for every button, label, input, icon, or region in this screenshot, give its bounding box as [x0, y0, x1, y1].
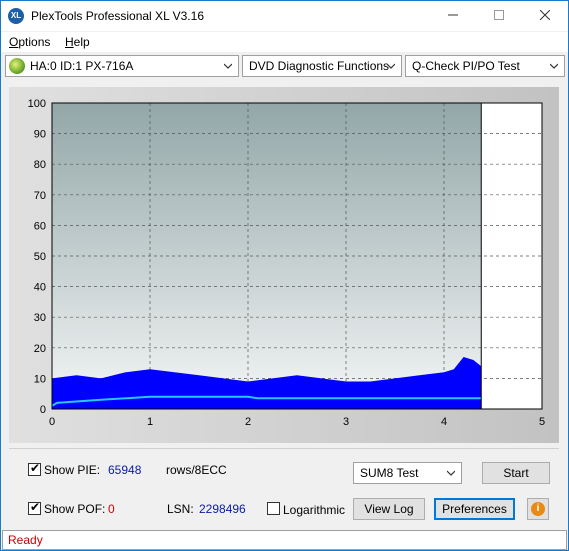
view-log-button[interactable]: View Log: [353, 498, 425, 520]
menu-options-label: ptions: [18, 35, 51, 49]
pie-value: 65948: [108, 463, 142, 477]
panel-divider: [9, 448, 559, 449]
menu-help[interactable]: Help: [65, 35, 90, 49]
x-tick-label: 5: [539, 416, 545, 428]
menu-help-accel: H: [65, 35, 74, 49]
y-tick-label: 50: [34, 251, 46, 263]
title-bar: XL PlexTools Professional XL V3.16: [1, 1, 568, 31]
start-button-label: Start: [503, 466, 529, 480]
view-log-button-label: View Log: [364, 502, 414, 516]
test-mode-select[interactable]: Q-Check PI/PO Test: [405, 55, 565, 77]
app-window: XL PlexTools Professional XL V3.16 Optio…: [0, 0, 569, 551]
menu-bar: Options Help: [1, 32, 568, 52]
preferences-button[interactable]: Preferences: [434, 498, 515, 520]
show-pie-label: Show PIE:: [44, 463, 101, 477]
menu-help-label: elp: [73, 35, 90, 49]
y-tick-label: 30: [34, 312, 46, 324]
menu-options-accel: O: [9, 35, 19, 49]
preferences-button-label: Preferences: [442, 502, 507, 516]
lsn-value: 2298496: [199, 502, 246, 516]
checkmark-icon: ✔: [30, 461, 41, 475]
y-tick-label: 10: [34, 373, 46, 385]
chevron-down-icon: [447, 470, 455, 476]
info-button[interactable]: i: [527, 498, 549, 520]
start-button[interactable]: Start: [482, 462, 550, 484]
chevron-down-icon: [550, 63, 558, 69]
y-tick-label: 70: [34, 190, 46, 202]
sum-test-select[interactable]: SUM8 Test: [353, 462, 462, 484]
checkmark-icon: ✔: [30, 500, 41, 514]
maximize-icon: [494, 10, 504, 20]
info-icon: i: [531, 502, 545, 516]
close-icon: [539, 9, 551, 21]
show-pie-checkbox[interactable]: ✔: [28, 461, 41, 476]
x-tick-label: 4: [441, 416, 447, 428]
y-tick-label: 90: [34, 129, 46, 141]
logarithmic-checkbox[interactable]: [267, 502, 280, 515]
chart-panel: 0 10 20 30 40 50 60 70 80 90 100 0 1 2 3 4 5: [9, 87, 559, 443]
show-pof-checkbox[interactable]: ✔: [28, 500, 41, 515]
sum-test-select-value: SUM8 Test: [360, 466, 419, 480]
drive-icon: [9, 58, 25, 74]
y-tick-label: 40: [34, 282, 46, 294]
test-mode-select-value: Q-Check PI/PO Test: [412, 59, 520, 73]
y-tick-label: 80: [34, 159, 46, 171]
x-tick-label: 2: [245, 416, 251, 428]
x-tick-label: 1: [147, 416, 153, 428]
status-text: Ready: [8, 533, 43, 547]
window-title: PlexTools Professional XL V3.16: [31, 9, 204, 23]
pof-value: 0: [108, 502, 115, 516]
app-logo-icon: XL: [8, 8, 24, 24]
minimize-button[interactable]: [430, 1, 476, 31]
chevron-down-icon: [224, 63, 232, 69]
pie-chart-plot: 0 10 20 30 40 50 60 70 80 90 100 0 1 2 3 4 5: [28, 98, 545, 428]
y-tick-label: 0: [40, 404, 46, 416]
x-tick-label: 0: [49, 416, 55, 428]
y-tick-label: 20: [34, 343, 46, 355]
maximize-button[interactable]: [476, 1, 522, 31]
drive-select[interactable]: HA:0 ID:1 PX-716A: [5, 55, 239, 77]
menu-options[interactable]: Options: [9, 35, 50, 49]
function-select[interactable]: DVD Diagnostic Functions: [242, 55, 402, 77]
minimize-icon: [448, 14, 458, 16]
y-tick-label: 100: [28, 98, 46, 110]
lsn-label: LSN:: [167, 502, 194, 516]
chevron-down-icon: [387, 63, 395, 69]
show-pof-label: Show POF:: [44, 502, 106, 516]
function-select-value: DVD Diagnostic Functions: [249, 59, 390, 73]
toolbar: HA:0 ID:1 PX-716A DVD Diagnostic Functio…: [1, 53, 568, 79]
y-tick-label: 60: [34, 220, 46, 232]
status-bar: Ready: [2, 530, 567, 550]
x-tick-label: 3: [343, 416, 349, 428]
drive-select-value: HA:0 ID:1 PX-716A: [30, 59, 134, 73]
close-button[interactable]: [522, 1, 568, 31]
pie-unit: rows/8ECC: [166, 463, 227, 477]
logarithmic-label: Logarithmic: [283, 503, 346, 517]
